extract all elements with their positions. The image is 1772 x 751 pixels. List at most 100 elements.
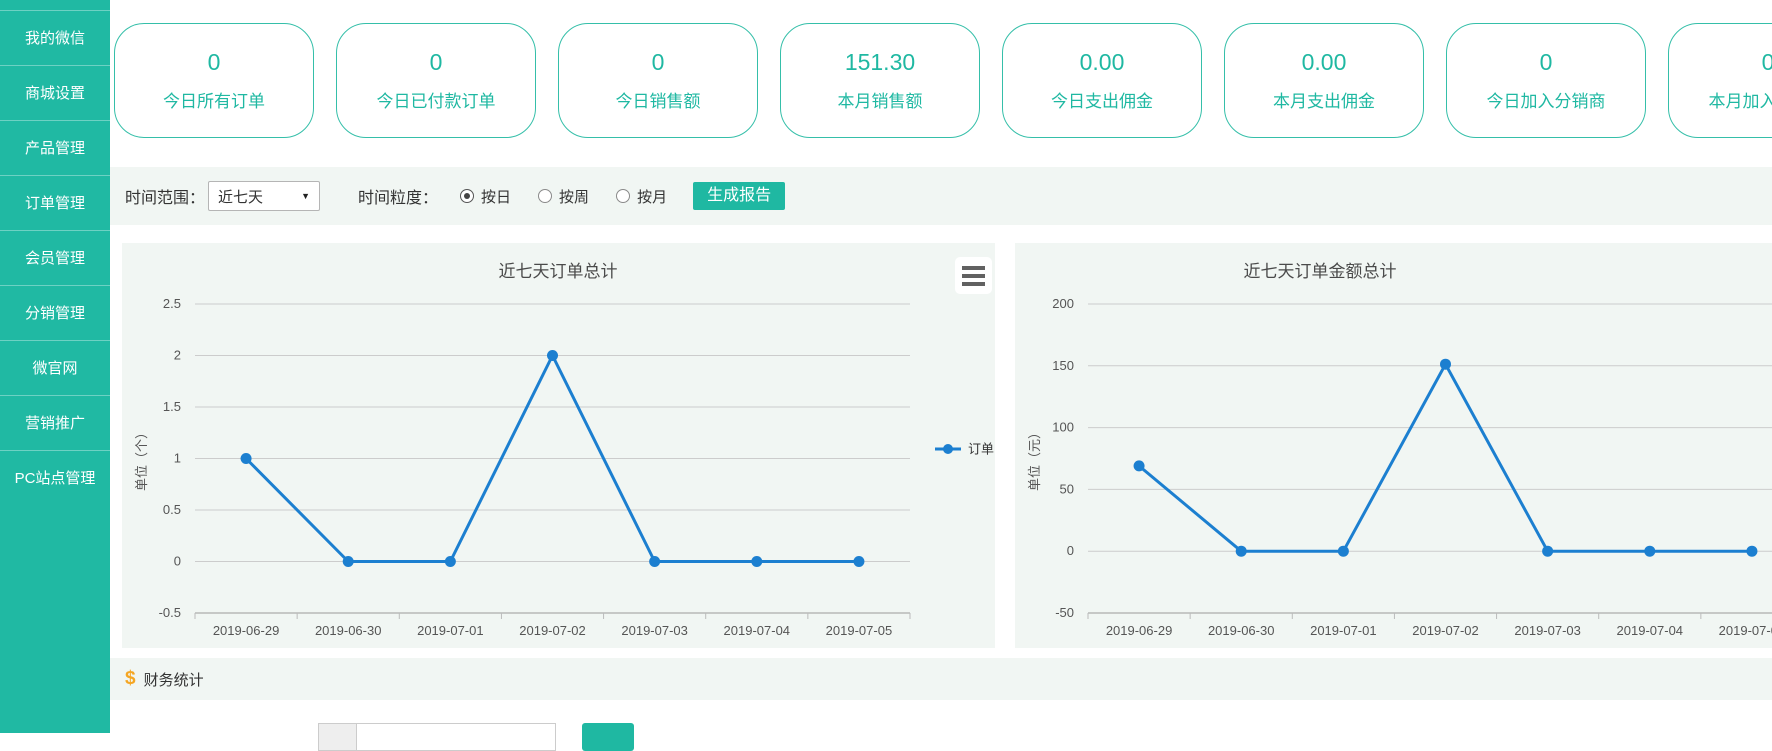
bottom-strip: [110, 700, 1772, 733]
svg-text:0: 0: [1067, 543, 1074, 558]
svg-text:1.5: 1.5: [163, 399, 181, 414]
svg-text:2019-07-05: 2019-07-05: [1719, 623, 1772, 638]
stat-card-today-distributors: 0 今日加入分销商: [1446, 23, 1646, 138]
sidebar-item-mall-settings[interactable]: 商城设置: [0, 65, 110, 120]
svg-text:订单: 订单: [968, 442, 994, 457]
generate-report-button[interactable]: 生成报告: [693, 182, 785, 210]
svg-text:近七天订单总计: 近七天订单总计: [499, 262, 618, 281]
svg-text:-50: -50: [1055, 605, 1074, 620]
svg-text:2019-06-29: 2019-06-29: [213, 623, 279, 638]
orders-chart-panel: 近七天订单总计 2.5 2 1.5 1 0.5 0 -0.5 2019-06-29 2019-06…: [122, 243, 995, 648]
svg-text:单位（个）: 单位（个）: [134, 426, 149, 491]
finance-input-group: [318, 723, 556, 751]
stat-value: 0: [1540, 49, 1553, 76]
finance-section-title: 财务统计: [144, 669, 204, 690]
radio-label: 按周: [559, 186, 589, 207]
dollar-icon: $: [125, 668, 136, 690]
sidebar: 我的微信 商城设置 产品管理 订单管理 会员管理 分销管理 微官网 营销推广 P…: [0, 0, 110, 733]
granularity-radio[interactable]: 按月: [616, 186, 667, 207]
time-range-select[interactable]: 近七天 ▼: [208, 181, 320, 211]
line-chart-svg: 近七天订单金额总计 200 150 100 50 0 -50 2019-06-29 2019-0…: [1015, 243, 1772, 648]
order-amount-chart-panel: 近七天订单金额总计 200 150 100 50 0 -50 2019-06-29 2019-0…: [1015, 243, 1772, 648]
radio-label: 按月: [637, 186, 667, 207]
stat-label: 今日已付款订单: [377, 87, 496, 112]
sidebar-item-pc-site[interactable]: PC站点管理: [0, 450, 110, 505]
granularity-radio[interactable]: 按周: [538, 186, 589, 207]
stat-value: 0: [652, 49, 665, 76]
svg-text:2019-07-02: 2019-07-02: [1412, 623, 1479, 638]
svg-text:100: 100: [1052, 420, 1074, 435]
main-content: 0 今日所有订单 0 今日已付款订单 0 今日销售额 151.30 本月销售额 …: [110, 0, 1772, 733]
stat-label: 本月支出佣金: [1273, 87, 1375, 112]
input-addon: [318, 723, 356, 751]
sidebar-item-micro-site[interactable]: 微官网: [0, 340, 110, 395]
stat-value: 151.30: [845, 49, 915, 76]
svg-text:2: 2: [174, 348, 181, 363]
svg-text:2019-07-01: 2019-07-01: [1310, 623, 1377, 638]
stat-card-month-distributors: 0 本月加入分销商: [1668, 23, 1772, 138]
stat-card-month-sales: 151.30 本月销售额: [780, 23, 980, 138]
radio-icon: [616, 189, 630, 203]
radio-icon: [538, 189, 552, 203]
svg-text:2019-07-05: 2019-07-05: [826, 623, 893, 638]
finance-submit-button[interactable]: [582, 723, 634, 751]
sidebar-item-marketing[interactable]: 营销推广: [0, 395, 110, 450]
sidebar-item-my-wechat[interactable]: 我的微信: [0, 10, 110, 65]
svg-text:近七天订单金额总计: 近七天订单金额总计: [1244, 262, 1397, 281]
stat-label: 今日所有订单: [163, 87, 265, 112]
finance-section-header: $ 财务统计: [110, 658, 1772, 700]
chevron-down-icon: ▼: [301, 191, 310, 201]
svg-text:2019-06-29: 2019-06-29: [1106, 623, 1173, 638]
time-range-label: 时间范围：: [125, 184, 205, 208]
stat-label: 今日销售额: [616, 87, 701, 112]
svg-text:2.5: 2.5: [163, 296, 181, 311]
stat-card-today-paid-orders: 0 今日已付款订单: [336, 23, 536, 138]
stat-label: 本月销售额: [838, 87, 923, 112]
granularity-radio[interactable]: 按日: [460, 186, 511, 207]
svg-text:2019-06-30: 2019-06-30: [1208, 623, 1275, 638]
stat-label: 今日加入分销商: [1487, 87, 1606, 112]
granularity-radio-group: 按日 按周 按月: [460, 186, 667, 207]
line-chart-svg: 近七天订单总计 2.5 2 1.5 1 0.5 0 -0.5 2019-06-29 2019-06…: [122, 243, 995, 648]
svg-text:2019-07-03: 2019-07-03: [621, 623, 688, 638]
stat-card-today-commission: 0.00 今日支出佣金: [1002, 23, 1202, 138]
stat-value: 0.00: [1080, 49, 1125, 76]
svg-text:2019-07-01: 2019-07-01: [417, 623, 484, 638]
svg-text:2019-07-02: 2019-07-02: [519, 623, 586, 638]
svg-text:2019-07-04: 2019-07-04: [724, 623, 791, 638]
svg-text:0: 0: [174, 554, 181, 569]
sidebar-item-members[interactable]: 会员管理: [0, 230, 110, 285]
svg-text:1: 1: [174, 451, 181, 466]
time-range-selected-value: 近七天: [218, 186, 263, 207]
svg-text:单位（元）: 单位（元）: [1027, 426, 1042, 491]
svg-text:0.5: 0.5: [163, 502, 181, 517]
stat-value: 0.00: [1302, 49, 1347, 76]
radio-label: 按日: [481, 186, 511, 207]
svg-text:200: 200: [1052, 296, 1074, 311]
chart-legend[interactable]: 订单: [935, 442, 994, 457]
stat-card-today-orders: 0 今日所有订单: [114, 23, 314, 138]
granularity-label: 时间粒度：: [358, 184, 438, 208]
finance-text-input[interactable]: [356, 723, 556, 751]
svg-text:150: 150: [1052, 358, 1074, 373]
stat-card-month-commission: 0.00 本月支出佣金: [1224, 23, 1424, 138]
svg-text:-0.5: -0.5: [159, 605, 181, 620]
charts-row: 近七天订单总计 2.5 2 1.5 1 0.5 0 -0.5 2019-06-29 2019-06…: [110, 243, 1772, 648]
stat-label: 本月加入分销商: [1709, 87, 1772, 112]
stat-card-today-sales: 0 今日销售额: [558, 23, 758, 138]
stat-value: 0: [208, 49, 221, 76]
sidebar-item-products[interactable]: 产品管理: [0, 120, 110, 175]
svg-text:2019-07-03: 2019-07-03: [1514, 623, 1581, 638]
sidebar-item-orders[interactable]: 订单管理: [0, 175, 110, 230]
chart-menu-icon[interactable]: [955, 257, 992, 294]
svg-text:2019-06-30: 2019-06-30: [315, 623, 382, 638]
sidebar-stub: [0, 0, 110, 10]
sidebar-item-distribution[interactable]: 分销管理: [0, 285, 110, 340]
svg-text:50: 50: [1060, 481, 1074, 496]
filter-bar: 时间范围： 近七天 ▼ 时间粒度： 按日 按周 按月 生成报告: [110, 167, 1772, 225]
stat-cards-row: 0 今日所有订单 0 今日已付款订单 0 今日销售额 151.30 本月销售额 …: [110, 0, 1772, 167]
radio-icon: [460, 189, 474, 203]
svg-text:2019-07-04: 2019-07-04: [1617, 623, 1684, 638]
stat-label: 今日支出佣金: [1051, 87, 1153, 112]
stat-value: 0: [430, 49, 443, 76]
